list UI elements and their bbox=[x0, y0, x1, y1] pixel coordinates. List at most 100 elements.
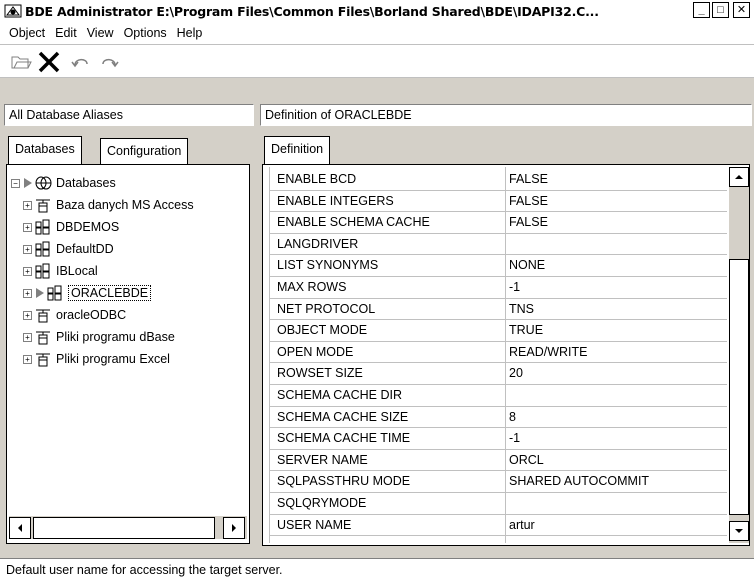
grid-row[interactable]: LIST SYNONYMS NONE bbox=[265, 255, 727, 277]
property-value[interactable]: NONE bbox=[509, 258, 545, 272]
property-value[interactable]: -1 bbox=[509, 431, 520, 445]
tree-root-label: Databases bbox=[56, 176, 116, 190]
property-value[interactable]: FALSE bbox=[509, 194, 548, 208]
expand-icon[interactable]: + bbox=[23, 310, 32, 320]
aliases-header: All Database Aliases bbox=[4, 104, 254, 126]
expand-icon[interactable]: + bbox=[23, 288, 32, 298]
property-value[interactable]: artur bbox=[509, 518, 535, 532]
grid-row[interactable]: MAX ROWS -1 bbox=[265, 277, 727, 299]
expand-icon[interactable]: + bbox=[23, 332, 32, 342]
delete-button[interactable] bbox=[36, 50, 62, 74]
menu-edit[interactable]: Edit bbox=[50, 26, 82, 40]
property-value[interactable]: 8 bbox=[509, 410, 516, 424]
grid-row[interactable]: ENABLE BCD FALSE bbox=[265, 169, 727, 191]
tree-root[interactable]: − Databases bbox=[11, 173, 116, 193]
tree-item-label: ORACLEBDE bbox=[68, 285, 152, 301]
property-value[interactable]: SHARED AUTOCOMMIT bbox=[509, 474, 649, 488]
grid-row[interactable]: OPEN MODE READ/WRITE bbox=[265, 342, 727, 364]
property-value[interactable]: TRUE bbox=[509, 323, 543, 337]
down-arrow-icon bbox=[735, 529, 743, 533]
scroll-thumb[interactable] bbox=[33, 517, 215, 539]
grid-row[interactable]: OBJECT MODE TRUE bbox=[265, 320, 727, 342]
grid-row[interactable]: ENABLE SCHEMA CACHE FALSE bbox=[265, 212, 727, 234]
property-value[interactable]: ORCL bbox=[509, 453, 544, 467]
redo-button[interactable] bbox=[96, 50, 122, 74]
property-name: SCHEMA CACHE SIZE bbox=[277, 409, 409, 424]
property-value[interactable]: FALSE bbox=[509, 172, 548, 186]
property-value[interactable]: FALSE bbox=[509, 215, 548, 229]
grid-row[interactable]: ENABLE INTEGERS FALSE bbox=[265, 191, 727, 213]
right-arrow-icon bbox=[232, 524, 236, 532]
open-button[interactable] bbox=[8, 50, 34, 74]
tree-item[interactable]: + oracleODBC bbox=[23, 305, 126, 325]
tree-item-label: IBLocal bbox=[56, 264, 98, 278]
menu-view[interactable]: View bbox=[82, 26, 119, 40]
close-button[interactable]: ✕ bbox=[733, 2, 750, 18]
expand-icon[interactable]: + bbox=[23, 354, 32, 364]
tree-horizontal-scrollbar[interactable] bbox=[9, 515, 247, 539]
scroll-left-button[interactable] bbox=[9, 517, 31, 539]
maximize-button[interactable]: □ bbox=[712, 2, 729, 18]
property-value[interactable]: 20 bbox=[509, 366, 523, 380]
status-bar: Default user name for accessing the targ… bbox=[0, 558, 754, 582]
tab-databases[interactable]: Databases bbox=[8, 136, 82, 164]
property-value[interactable]: -1 bbox=[509, 280, 520, 294]
undo-button[interactable] bbox=[68, 50, 94, 74]
tab-configuration[interactable]: Configuration bbox=[100, 138, 189, 164]
tree-item[interactable]: + Pliki programu dBase bbox=[23, 327, 175, 347]
expand-icon[interactable]: + bbox=[23, 244, 32, 254]
grid-row[interactable]: NET PROTOCOL TNS bbox=[265, 299, 727, 321]
collapse-icon[interactable]: − bbox=[11, 178, 20, 188]
window-title: BDE Administrator E:\Program Files\Commo… bbox=[25, 3, 599, 19]
grid-row[interactable]: SQLPASSTHRU MODE SHARED AUTOCOMMIT bbox=[265, 471, 727, 493]
property-name: SCHEMA CACHE TIME bbox=[277, 431, 411, 446]
property-name: USER NAME bbox=[277, 517, 352, 532]
scroll-thumb[interactable] bbox=[729, 259, 749, 515]
definition-panel: ENABLE BCD FALSE ENABLE INTEGERS FALSE ENABL… bbox=[262, 164, 750, 546]
database-tree-panel: − Databases + Baza danych MS Access + DB… bbox=[6, 164, 250, 544]
grid-row[interactable]: SQLQRYMODE bbox=[265, 493, 727, 515]
expand-icon[interactable]: + bbox=[23, 200, 32, 210]
menu-options[interactable]: Options bbox=[119, 26, 172, 40]
property-name: ENABLE INTEGERS bbox=[277, 193, 394, 208]
tree-item[interactable]: + Baza danych MS Access bbox=[23, 195, 194, 215]
grid-row[interactable]: USER NAME artur bbox=[265, 515, 727, 537]
open-folder-icon bbox=[11, 56, 32, 69]
title-bar[interactable]: BDE Administrator E:\Program Files\Commo… bbox=[0, 0, 754, 22]
expand-icon[interactable]: + bbox=[23, 222, 32, 232]
menu-help[interactable]: Help bbox=[172, 26, 208, 40]
scroll-right-button[interactable] bbox=[223, 517, 245, 539]
property-name: LANGDRIVER bbox=[277, 236, 359, 251]
current-arrow-icon bbox=[36, 288, 44, 298]
grid-row[interactable]: SERVER NAME ORCL bbox=[265, 450, 727, 472]
grid-row[interactable]: SCHEMA CACHE DIR bbox=[265, 385, 727, 407]
property-value[interactable]: TNS bbox=[509, 302, 534, 316]
menu-object[interactable]: Object bbox=[4, 26, 50, 40]
tree-item-selected[interactable]: + ORACLEBDE bbox=[23, 283, 152, 303]
property-name: ENABLE BCD bbox=[277, 172, 357, 186]
grid-row[interactable]: SCHEMA CACHE SIZE 8 bbox=[265, 407, 727, 429]
up-arrow-icon bbox=[735, 175, 743, 179]
property-name: MAX ROWS bbox=[277, 280, 347, 294]
tree-item[interactable]: + Pliki programu Excel bbox=[23, 349, 170, 369]
menu-bar: Object Edit View Options Help bbox=[0, 22, 754, 44]
property-name: ROWSET SIZE bbox=[277, 366, 363, 381]
property-value[interactable]: READ/WRITE bbox=[509, 345, 587, 359]
tab-definition[interactable]: Definition bbox=[264, 136, 331, 164]
scroll-up-button[interactable] bbox=[729, 167, 749, 187]
odbc-db-icon bbox=[36, 353, 50, 367]
native-db-icon bbox=[35, 263, 50, 279]
expand-icon[interactable]: + bbox=[23, 266, 32, 276]
tree-item-label: Pliki programu dBase bbox=[56, 330, 175, 344]
tree-item[interactable]: + IBLocal bbox=[23, 261, 98, 281]
grid-row[interactable]: ROWSET SIZE 20 bbox=[265, 363, 727, 385]
grid-row[interactable]: SCHEMA CACHE TIME -1 bbox=[265, 428, 727, 450]
grid-row[interactable]: LANGDRIVER bbox=[265, 234, 727, 256]
tree-item-label: Pliki programu Excel bbox=[56, 352, 170, 366]
minimize-button[interactable]: _ bbox=[693, 2, 710, 18]
grid-vertical-scrollbar[interactable] bbox=[729, 167, 749, 543]
tree-item[interactable]: + DefaultDD bbox=[23, 239, 114, 259]
scroll-down-button[interactable] bbox=[729, 521, 749, 541]
toolbar bbox=[0, 44, 754, 78]
tree-item[interactable]: + DBDEMOS bbox=[23, 217, 119, 237]
